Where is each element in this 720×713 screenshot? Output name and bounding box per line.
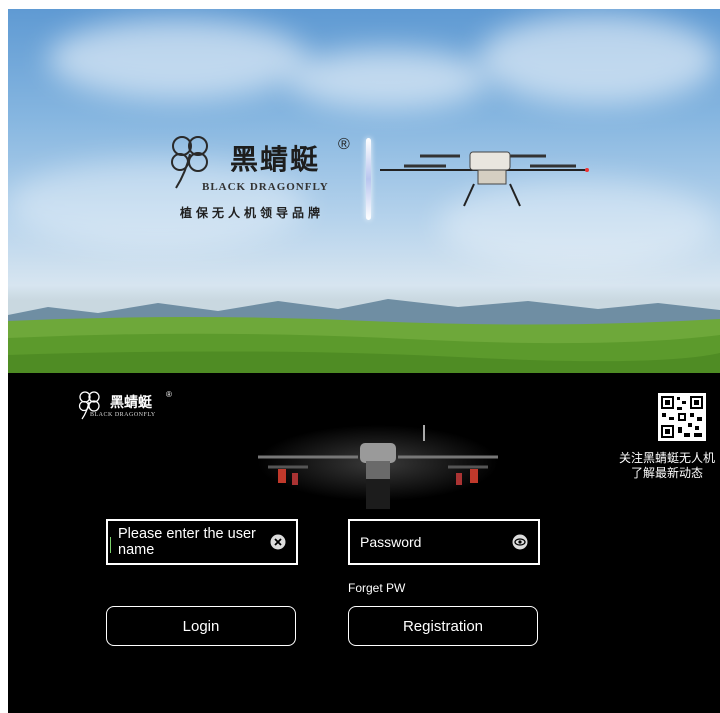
password-field[interactable]: Password xyxy=(348,519,540,565)
login-panel: 黑蜻蜓 ® BLACK DRAGONFLY 关注黑蜻蜓无人机 了解最新动态 Pl… xyxy=(8,373,720,713)
logo-name-en: BLACK DRAGONFLY xyxy=(90,412,156,418)
drone-image xyxy=(258,425,498,509)
slogan: 植保无人机领导品牌 xyxy=(180,206,325,220)
qr-caption: 关注黑蜻蜓无人机 了解最新动态 xyxy=(606,451,720,481)
registration-button[interactable]: Registration xyxy=(348,606,538,646)
brand-logo-small: 黑蜻蜓 ® BLACK DRAGONFLY xyxy=(78,390,188,430)
username-field[interactable]: Please enter the user name xyxy=(106,519,298,565)
grassland-landscape xyxy=(8,299,720,373)
username-input[interactable]: Please enter the user name xyxy=(118,526,270,558)
qr-caption-line2: 了解最新动态 xyxy=(630,466,703,480)
password-input[interactable]: Password xyxy=(360,534,512,550)
clear-circle-icon[interactable] xyxy=(270,534,286,550)
drone-illustration xyxy=(380,151,589,207)
brand-name-en: BLACK DRAGONFLY xyxy=(202,181,329,193)
banner-divider xyxy=(366,138,371,220)
registered-mark: ® xyxy=(338,136,350,153)
text-cursor xyxy=(110,537,111,553)
eye-icon[interactable] xyxy=(512,534,528,550)
qr-caption-line1: 关注黑蜻蜓无人机 xyxy=(618,451,715,465)
registered-mark: ® xyxy=(166,390,172,399)
brand-logo: 黑蜻蜓 ® BLACK DRAGONFLY 植保无人机领导品牌 xyxy=(168,132,368,222)
logo-name-cn: 黑蜻蜓 xyxy=(110,395,152,411)
brand-name-cn: 黑蜻蜓 xyxy=(230,143,321,176)
qr-code-icon xyxy=(658,393,706,441)
forget-password-link[interactable]: Forget PW xyxy=(348,581,405,595)
login-button[interactable]: Login xyxy=(106,606,296,646)
